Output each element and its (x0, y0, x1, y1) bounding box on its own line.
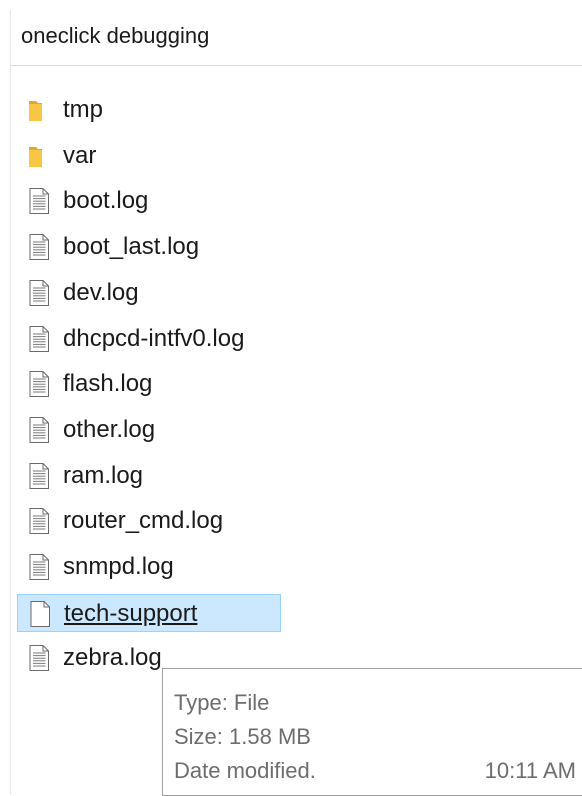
file-name: boot_last.log (63, 233, 200, 260)
file-info-tooltip: Type: File Size: 1.58 MB Date modified. … (162, 668, 582, 796)
file-item[interactable]: var (17, 137, 281, 175)
explorer-window: oneclick debugging tmp var boot.log boot_la… (10, 10, 582, 796)
file-item[interactable]: boot.log (17, 182, 281, 220)
text-file-icon (27, 507, 51, 535)
tooltip-size: Size: 1.58 MB (174, 724, 311, 749)
file-name: dhcpcd-intfv0.log (63, 325, 245, 352)
file-name: zebra.log (63, 644, 162, 671)
text-file-icon (27, 325, 51, 353)
text-file-icon (27, 553, 51, 581)
text-file-icon (27, 233, 51, 261)
folder-title: oneclick debugging (21, 23, 210, 48)
file-item[interactable]: router_cmd.log (17, 502, 281, 540)
text-file-icon (27, 416, 51, 444)
blank-file-icon (28, 600, 52, 628)
file-item[interactable]: snmpd.log (17, 548, 281, 586)
file-item[interactable]: ram.log (17, 457, 281, 495)
file-name: flash.log (63, 370, 153, 397)
file-name: other.log (63, 416, 156, 443)
tooltip-date-label: Date modified. (174, 758, 316, 783)
tooltip-type: Type: File (174, 690, 270, 715)
folder-icon (27, 96, 51, 124)
file-item[interactable]: dhcpcd-intfv0.log (17, 320, 281, 358)
text-file-icon (27, 644, 51, 672)
file-name: tech-support (64, 600, 198, 627)
file-item[interactable]: tech-support (17, 594, 281, 632)
text-file-icon (27, 187, 51, 215)
file-name: snmpd.log (63, 553, 174, 580)
file-name: dev.log (63, 279, 139, 306)
file-item[interactable]: other.log (17, 411, 281, 449)
file-item[interactable]: dev.log (17, 274, 281, 312)
file-item[interactable]: boot_last.log (17, 228, 281, 266)
folder-icon (27, 142, 51, 170)
file-item[interactable]: flash.log (17, 365, 281, 403)
file-item[interactable]: tmp (17, 91, 281, 129)
tooltip-date-value: 10:11 AM (484, 758, 576, 783)
text-file-icon (27, 370, 51, 398)
file-name: tmp (63, 96, 104, 123)
file-name: router_cmd.log (63, 507, 224, 534)
window-header: oneclick debugging (11, 10, 582, 66)
file-name: ram.log (63, 462, 144, 489)
file-name: boot.log (63, 187, 149, 214)
file-name: var (63, 142, 97, 169)
text-file-icon (27, 279, 51, 307)
text-file-icon (27, 462, 51, 490)
